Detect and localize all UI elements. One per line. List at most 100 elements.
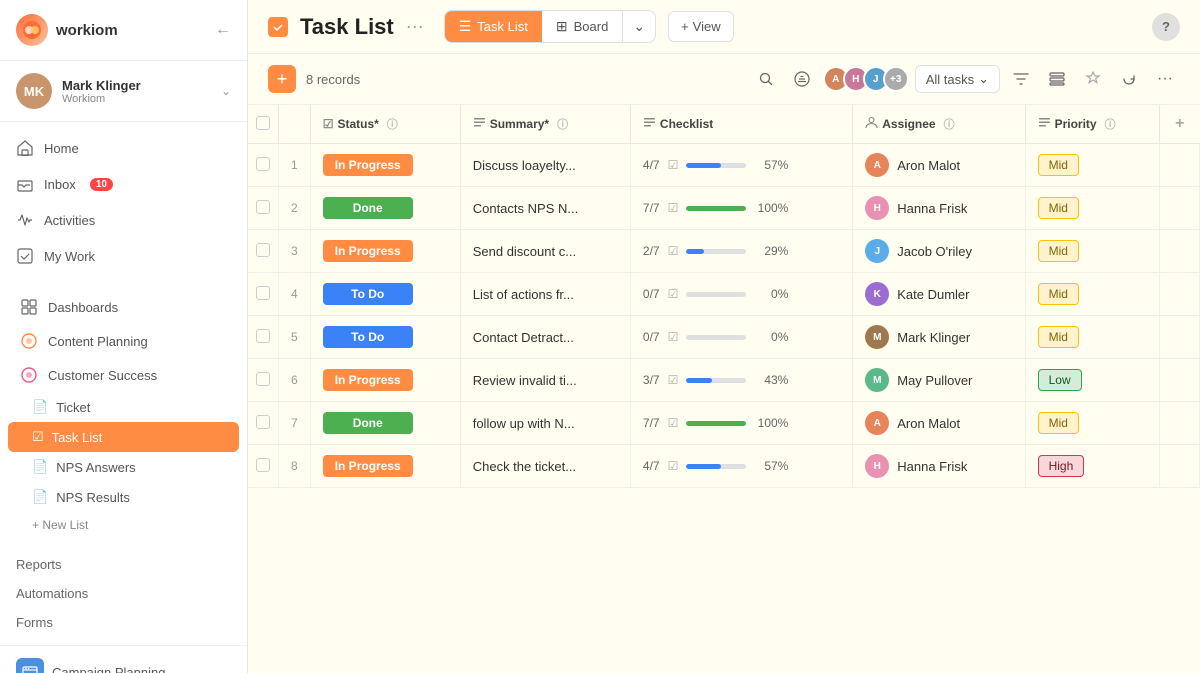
sidebar-item-nps-answers[interactable]: 📄 NPS Answers	[0, 452, 247, 482]
header-more-icon[interactable]: ···	[406, 16, 424, 37]
status-badge[interactable]: In Progress	[323, 369, 413, 391]
row-summary[interactable]: List of actions fr...	[460, 273, 630, 316]
sidebar-item-nps-results[interactable]: 📄 NPS Results	[0, 482, 247, 512]
sidebar-item-activities[interactable]: Activities	[0, 202, 247, 238]
row-summary[interactable]: Contacts NPS N...	[460, 187, 630, 230]
priority-badge[interactable]: Low	[1038, 369, 1082, 391]
search-btn[interactable]	[751, 64, 781, 94]
th-priority[interactable]: Priority ⓘ	[1025, 105, 1159, 144]
priority-badge[interactable]: Mid	[1038, 326, 1079, 348]
sidebar-item-my-work[interactable]: My Work	[0, 238, 247, 274]
row-summary[interactable]: follow up with N...	[460, 402, 630, 445]
row-priority[interactable]: High	[1025, 445, 1159, 488]
row-priority[interactable]: Mid	[1025, 402, 1159, 445]
row-priority[interactable]: Mid	[1025, 230, 1159, 273]
tab-task-list[interactable]: ☰ Task List	[445, 11, 542, 42]
th-checklist[interactable]: Checklist	[630, 105, 852, 144]
user-section[interactable]: MK Mark Klinger Workiom ⌄	[0, 61, 247, 122]
view-dropdown-btn[interactable]: ⌄	[622, 11, 655, 42]
th-status[interactable]: ☑ Status* ⓘ	[310, 105, 460, 144]
new-list-btn[interactable]: + New List	[0, 512, 247, 538]
row-checkbox[interactable]	[256, 415, 270, 429]
group-btn[interactable]	[1042, 64, 1072, 94]
row-summary[interactable]: Discuss loayelty...	[460, 144, 630, 187]
priority-badge[interactable]: Mid	[1038, 197, 1079, 219]
row-checkbox[interactable]	[256, 243, 270, 257]
status-badge[interactable]: To Do	[323, 326, 413, 348]
row-status[interactable]: Done	[310, 187, 460, 230]
row-assignee[interactable]: M Mark Klinger	[853, 316, 1025, 359]
summary-info-icon[interactable]: ⓘ	[557, 116, 568, 132]
user-chevron-icon[interactable]: ⌄	[221, 84, 231, 98]
toolbar-avatar-more[interactable]: +3	[883, 66, 909, 92]
row-status[interactable]: To Do	[310, 273, 460, 316]
priority-badge[interactable]: Mid	[1038, 154, 1079, 176]
sidebar-item-ticket[interactable]: 📄 Ticket	[0, 392, 247, 422]
row-summary[interactable]: Review invalid ti...	[460, 359, 630, 402]
th-add-col[interactable]: +	[1160, 105, 1200, 144]
row-assignee[interactable]: K Kate Dumler	[853, 273, 1025, 316]
priority-badge[interactable]: Mid	[1038, 240, 1079, 262]
row-assignee[interactable]: M May Pullover	[853, 359, 1025, 402]
sidebar-item-reports[interactable]: Reports	[16, 550, 231, 579]
row-assignee[interactable]: H Hanna Frisk	[853, 187, 1025, 230]
row-priority[interactable]: Low	[1025, 359, 1159, 402]
status-info-icon[interactable]: ⓘ	[387, 116, 398, 132]
sidebar-item-forms[interactable]: Forms	[16, 608, 231, 637]
row-priority[interactable]: Mid	[1025, 273, 1159, 316]
row-priority[interactable]: Mid	[1025, 316, 1159, 359]
row-summary[interactable]: Contact Detract...	[460, 316, 630, 359]
sidebar-collapse-icon[interactable]: ←	[215, 21, 231, 39]
row-assignee[interactable]: A Aron Malot	[853, 144, 1025, 187]
sidebar-item-dashboards[interactable]: Dashboards	[0, 290, 247, 324]
priority-badge[interactable]: Mid	[1038, 283, 1079, 305]
all-tasks-btn[interactable]: All tasks ⌄	[915, 65, 1000, 93]
row-checkbox[interactable]	[256, 372, 270, 386]
sidebar-item-inbox[interactable]: Inbox 10	[0, 166, 247, 202]
row-status[interactable]: To Do	[310, 316, 460, 359]
filter-view-btn[interactable]	[787, 64, 817, 94]
status-badge[interactable]: Done	[323, 412, 413, 434]
row-summary[interactable]: Check the ticket...	[460, 445, 630, 488]
add-record-btn[interactable]: +	[268, 65, 296, 93]
row-assignee[interactable]: A Aron Malot	[853, 402, 1025, 445]
sidebar-item-automations[interactable]: Automations	[16, 579, 231, 608]
title-checkbox[interactable]	[268, 17, 288, 37]
assignee-info-icon[interactable]: ⓘ	[944, 116, 955, 132]
priority-badge[interactable]: High	[1038, 455, 1085, 477]
add-view-btn[interactable]: + View	[668, 11, 734, 42]
row-summary[interactable]: Send discount c...	[460, 230, 630, 273]
select-all-checkbox[interactable]	[256, 116, 270, 130]
priority-badge[interactable]: Mid	[1038, 412, 1079, 434]
row-status[interactable]: In Progress	[310, 445, 460, 488]
status-badge[interactable]: To Do	[323, 283, 413, 305]
sidebar-item-customer-success[interactable]: Customer Success	[0, 358, 247, 392]
sidebar-item-content-planning[interactable]: Content Planning	[0, 324, 247, 358]
refresh-btn[interactable]	[1114, 64, 1144, 94]
status-badge[interactable]: In Progress	[323, 240, 413, 262]
sidebar-item-home[interactable]: Home	[0, 130, 247, 166]
status-badge[interactable]: In Progress	[323, 154, 413, 176]
row-priority[interactable]: Mid	[1025, 187, 1159, 230]
row-checkbox[interactable]	[256, 200, 270, 214]
more-btn[interactable]: ···	[1150, 64, 1180, 94]
status-badge[interactable]: Done	[323, 197, 413, 219]
sidebar-bottom-campaign[interactable]: Campaign Planning	[0, 645, 247, 673]
sidebar-item-task-list[interactable]: ☑ Task List	[8, 422, 239, 452]
row-status[interactable]: Done	[310, 402, 460, 445]
row-checkbox[interactable]	[256, 286, 270, 300]
add-column-icon[interactable]: +	[1175, 115, 1184, 132]
status-badge[interactable]: In Progress	[323, 455, 413, 477]
star-btn[interactable]	[1078, 64, 1108, 94]
th-summary[interactable]: Summary* ⓘ	[460, 105, 630, 144]
th-assignee[interactable]: Assignee ⓘ	[853, 105, 1025, 144]
row-assignee[interactable]: H Hanna Frisk	[853, 445, 1025, 488]
row-status[interactable]: In Progress	[310, 144, 460, 187]
row-priority[interactable]: Mid	[1025, 144, 1159, 187]
row-assignee[interactable]: J Jacob O'riley	[853, 230, 1025, 273]
row-checkbox[interactable]	[256, 458, 270, 472]
row-checkbox[interactable]	[256, 329, 270, 343]
row-checkbox[interactable]	[256, 157, 270, 171]
row-status[interactable]: In Progress	[310, 359, 460, 402]
row-status[interactable]: In Progress	[310, 230, 460, 273]
